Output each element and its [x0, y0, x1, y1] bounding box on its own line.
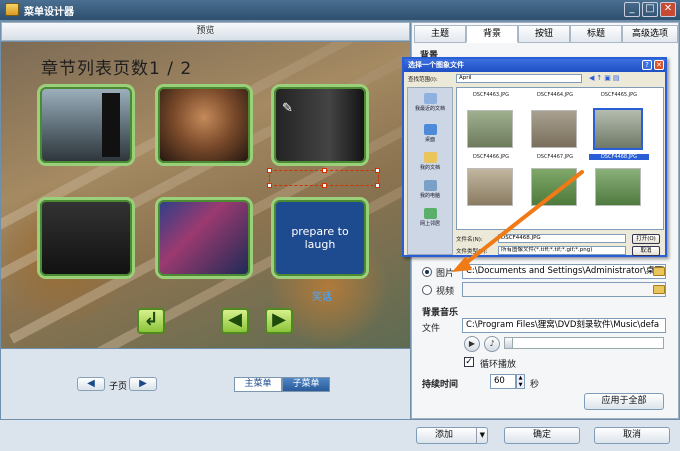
annotation-arrow: [452, 170, 584, 272]
